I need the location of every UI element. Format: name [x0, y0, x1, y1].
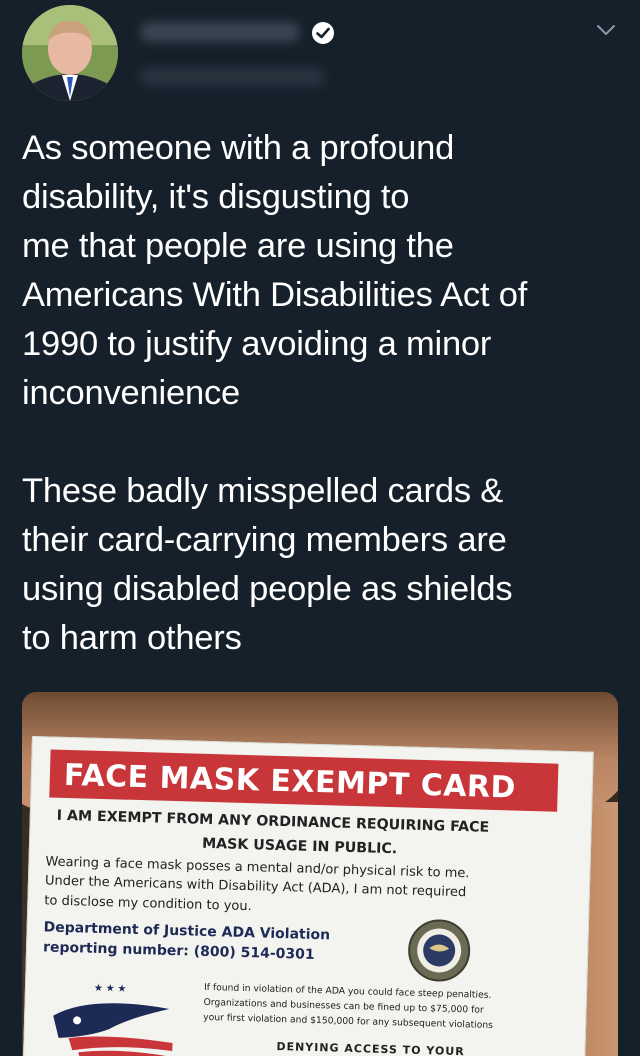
tweet-header: [0, 0, 640, 110]
tweet-body: As someone with a profound disability, i…: [22, 124, 622, 663]
tweet-paragraph: As someone with a profound disability, i…: [22, 129, 528, 412]
tweet-paragraph: These badly misspelled cards & their car…: [22, 472, 513, 657]
exempt-card: FACE MASK EXEMPT CARD I AM EXEMPT FROM A…: [22, 736, 594, 1056]
svg-text:★ ★ ★: ★ ★ ★: [94, 983, 127, 995]
doj-seal-icon: [408, 919, 471, 982]
card-text-line: reporting number: (800) 514-0301: [42, 939, 315, 963]
verified-badge-icon: [312, 22, 334, 44]
username-blurred[interactable]: [140, 68, 325, 86]
avatar[interactable]: [22, 5, 118, 101]
avatar-image: [22, 5, 118, 101]
chevron-down-icon[interactable]: [594, 20, 618, 40]
attached-photo[interactable]: FACE MASK EXEMPT CARD I AM EXEMPT FROM A…: [22, 692, 618, 1056]
display-name-blurred[interactable]: [140, 22, 300, 42]
card-text-line: MASK USAGE IN PUBLIC.: [201, 835, 398, 858]
card-text-line: to disclose my condition to you.: [44, 893, 252, 915]
card-text-line: DENYING ACCESS TO YOUR: [276, 1039, 465, 1056]
eagle-logo-icon: ★ ★ ★: [53, 983, 173, 1056]
card-text-line: I AM EXEMPT FROM ANY ORDINANCE REQUIRING…: [56, 807, 490, 836]
